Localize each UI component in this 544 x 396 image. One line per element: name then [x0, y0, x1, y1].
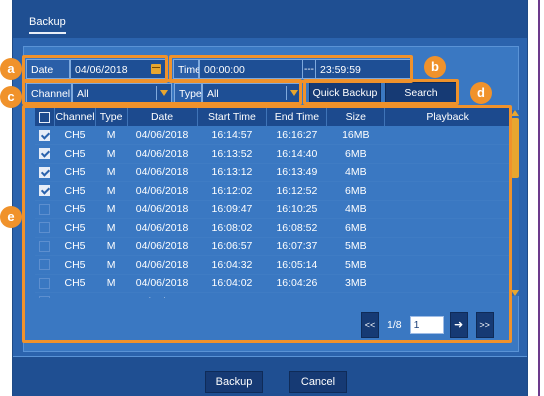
- scroll-down-icon[interactable]: [511, 290, 519, 296]
- backup-button[interactable]: Backup: [205, 371, 263, 393]
- scroll-up-icon[interactable]: [511, 110, 519, 116]
- tab-backup[interactable]: Backup: [29, 16, 66, 34]
- scrollbar-thumb[interactable]: [511, 118, 519, 178]
- callout-badge-b: b: [424, 56, 446, 78]
- callout-badge-c: c: [0, 86, 22, 108]
- callout-box-c: [22, 79, 302, 105]
- callout-box-d: [303, 79, 459, 105]
- callout-badge-a: a: [0, 58, 22, 80]
- cancel-button[interactable]: Cancel: [289, 371, 347, 393]
- callout-badge-d: d: [470, 82, 492, 104]
- callout-box-e: [22, 105, 512, 343]
- footer-bar: Backup Cancel: [13, 356, 527, 396]
- page-right-rule: [538, 0, 540, 396]
- table-scrollbar[interactable]: [511, 110, 519, 296]
- tab-bar: Backup: [13, 0, 527, 38]
- callout-badge-e: e: [0, 206, 22, 228]
